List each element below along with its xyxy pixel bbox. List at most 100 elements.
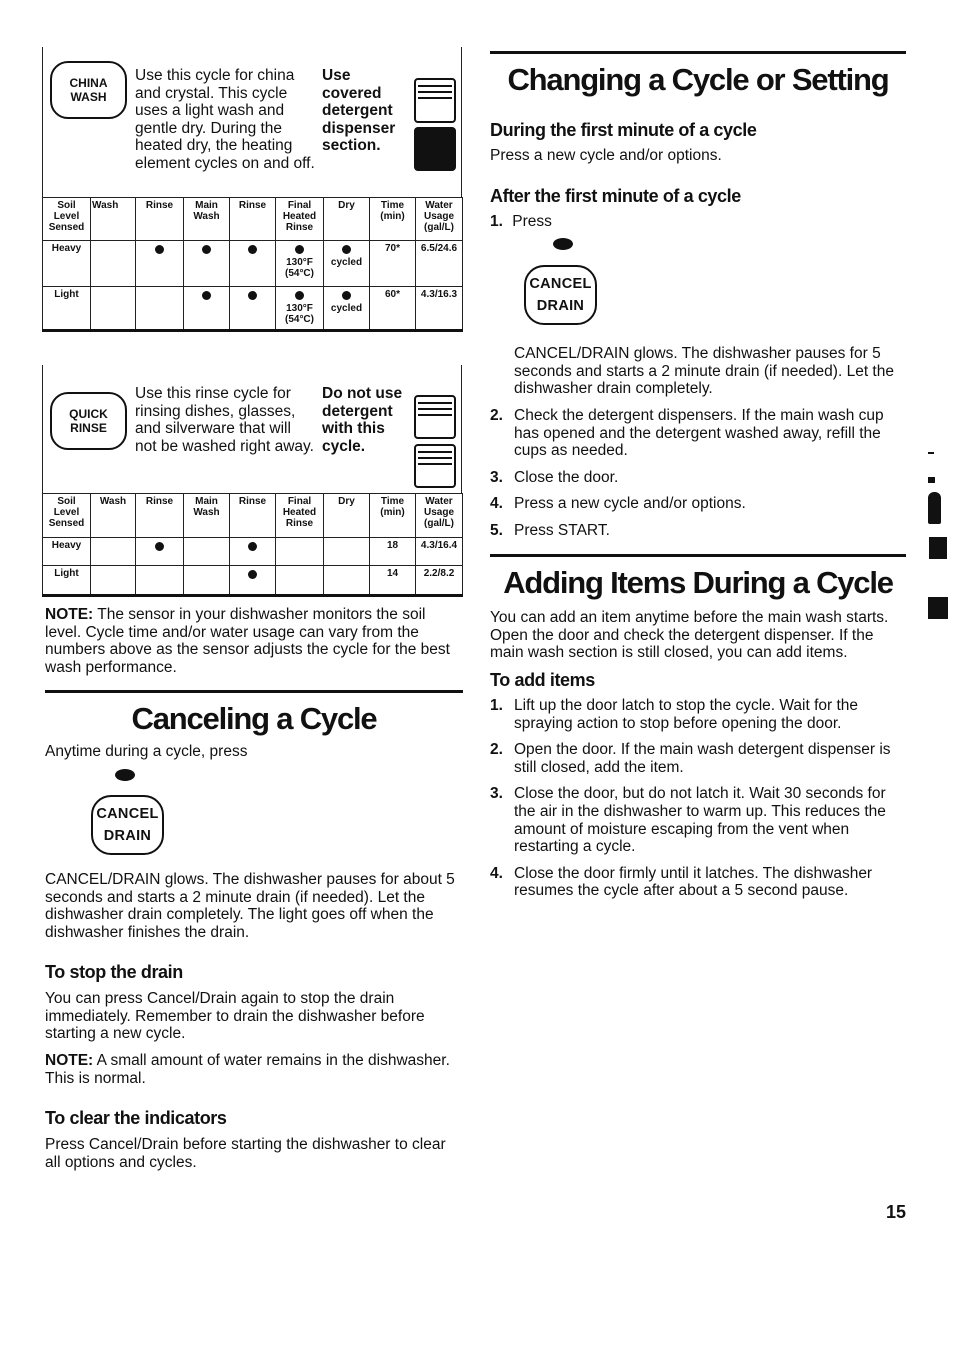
cell-final-heated-rinse: 130°F (54°C) [275,286,324,332]
step-number: 3. [490,468,503,486]
cell-water: 6.5/24.6 [415,240,463,287]
quick-rinse-label-2: RINSE [70,421,107,435]
china-wash-box: CHINA WASH Use this cycle for china and … [42,47,462,198]
dry-note: cycled [330,303,363,314]
section-divider [45,690,463,693]
cell-rinse [135,565,184,597]
table-row: Light 14 2.2/8.2 [42,565,463,597]
col-final-heated-rinse: Final Heated Rinse [275,493,324,538]
step-text: Open the door. If the main wash detergen… [514,741,891,776]
col-soil-level: Soil Level Sensed [42,197,91,241]
detergent-cup-empty-icon [414,444,456,488]
canceling-after-text: CANCEL/DRAIN glows. The dishwasher pause… [45,871,455,941]
adding-title: Adding Items During a Cycle [503,565,894,600]
check-dot-icon [155,245,164,254]
cancel-label: CANCEL [529,276,592,292]
drain-label: DRAIN [536,298,585,314]
after-first-minute-title: After the first minute of a cycle [490,186,741,206]
page-number: 15 [886,1202,907,1222]
cell-rinse [135,286,184,332]
step-text: Press [512,213,552,230]
china-wash-table: Soil Level Sensed Wash Rinse Main Wash R… [42,197,463,332]
col-soil-level: Soil Level Sensed [42,493,91,538]
cell-rinse [135,537,184,566]
dry-note: cycled [330,257,363,268]
note-text: The sensor in your dishwasher monitors t… [45,606,450,676]
check-dot-icon [248,570,257,579]
cell-dry [323,565,370,597]
step-number: 2. [490,407,503,424]
temp-note: 130°F (54°C) [284,257,314,279]
cell-rinse-2 [229,240,276,287]
step-1: 1. Press [490,213,552,231]
table-row: Light 130°F (54°C) cycled 60* 4.3/16.3 [42,286,463,332]
check-dot-icon [295,245,304,254]
list-item: 1. Lift up the door latch to stop the cyc… [490,697,910,732]
tab-mark-icon [928,492,941,524]
canceling-intro: Anytime during a cycle, press [45,743,248,760]
step-text: Close the door firmly until it latches. … [514,864,873,900]
step-number: 3. [490,785,503,803]
cell-dry: cycled [323,240,370,287]
tab-mark-icon [928,477,935,483]
stop-drain-note: NOTE: A small amount of water remains in… [45,1052,465,1087]
col-rinse: Rinse [135,493,184,538]
row-level: Light [42,286,91,332]
quick-rinse-description: Use this rinse cycle for rinsing dishes,… [135,385,314,455]
step-text: Press a new cycle and/or options. [514,495,746,513]
step-number: 2. [490,741,503,759]
col-main-wash: Main Wash [183,493,230,538]
step-1-after-text: CANCEL/DRAIN glows. The dishwasher pause… [514,345,894,398]
step-number: 1. [490,697,503,714]
col-wash: Wash [90,197,136,241]
row-level: Heavy [42,537,91,566]
cell-final-heated-rinse: 130°F (54°C) [275,240,324,287]
cell-rinse-2 [229,565,276,597]
cell-rinse-2 [229,537,276,566]
tab-mark-icon [928,452,934,454]
changing-title: Changing a Cycle or Setting [507,62,890,97]
cell-wash [90,565,136,597]
cell-time: 70* [369,240,416,287]
step-text: Check the detergent dispensers. If the m… [514,407,884,460]
cell-water: 4.3/16.3 [415,286,463,332]
col-rinse-2: Rinse [229,493,276,538]
col-water-usage: Water Usage (gal/L) [415,493,463,538]
cell-main-wash [183,565,230,597]
quick-rinse-label-1: QUICK [69,407,108,421]
clear-indicators-text: Press Cancel/Drain before starting the d… [45,1136,446,1171]
check-dot-icon [202,245,211,254]
indicator-light-icon [115,769,135,781]
col-rinse: Rinse [135,197,184,241]
cell-rinse-2 [229,286,276,332]
col-time: Time (min) [369,493,416,538]
check-dot-icon [295,291,304,300]
cell-main-wash [183,286,230,332]
note-label: NOTE: [45,606,94,623]
note-text: A small amount of water remains in the d… [45,1052,450,1087]
check-dot-icon [202,291,211,300]
step-number: 4. [490,864,503,882]
check-dot-icon [342,245,351,254]
china-wash-detergent-note: Use covered detergent dispenser section. [322,67,396,155]
stop-drain-text: You can press Cancel/Drain again to stop… [45,990,425,1043]
col-final-heated-rinse: Final Heated Rinse [275,197,324,241]
cell-main-wash [183,240,230,287]
tab-mark-icon [928,597,948,619]
detergent-cup-empty-icon [414,395,456,439]
cell-dry: cycled [323,286,370,332]
quick-rinse-detergent-note: Do not use detergent with this cycle. [322,385,403,455]
cell-time: 18 [369,537,416,566]
section-divider [490,554,906,557]
cell-water: 4.3/16.4 [415,537,463,566]
quick-rinse-table: Soil Level Sensed Wash Rinse Main Wash R… [42,493,463,597]
quick-rinse-button-icon: QUICK RINSE [50,392,127,450]
during-first-minute-title: During the first minute of a cycle [490,120,757,140]
adding-intro: You can add an item anytime before the m… [490,609,889,662]
list-item: 4. Press a new cycle and/or options. [490,495,910,513]
section-divider [490,51,906,54]
cell-final-heated-rinse [275,565,324,597]
check-dot-icon [248,245,257,254]
list-item: 2. Open the door. If the main wash deterg… [490,741,910,776]
china-wash-button-icon: CHINA WASH [50,61,127,119]
